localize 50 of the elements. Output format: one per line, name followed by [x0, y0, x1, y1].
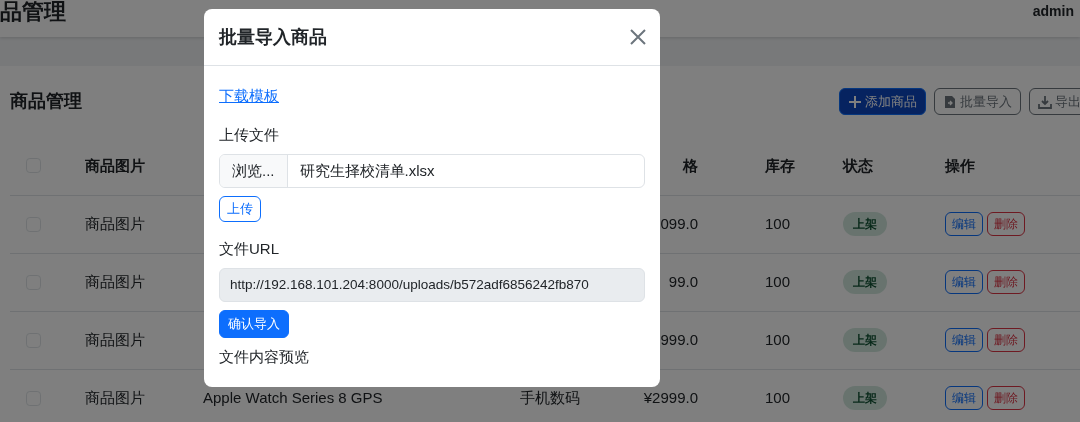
confirm-button[interactable]: 确认导入	[219, 310, 289, 338]
column-header: 操作	[945, 156, 975, 174]
download-icon	[1038, 94, 1052, 109]
add-button[interactable]: 添加商品	[839, 87, 926, 116]
file-input[interactable]: 浏览... 研究生择校清单.xlsx	[219, 154, 645, 188]
table-cell: 100	[765, 214, 791, 232]
edit-button[interactable]: 编辑	[945, 270, 983, 294]
modal-title: 批量导入商品	[219, 25, 327, 49]
table-cell: 100	[765, 330, 791, 348]
table-cell: Apple Watch Series 8 GPS	[203, 388, 383, 406]
page-title: 品管理	[0, 0, 66, 26]
column-header: 库存	[765, 156, 795, 174]
table-cell: 手机数码	[520, 388, 580, 406]
table-cell: 商品图片	[85, 214, 145, 232]
column-header: 商品图片	[85, 156, 145, 174]
column-header: 状态	[843, 156, 873, 174]
edit-button[interactable]: 编辑	[945, 328, 983, 352]
table-cell: 商品图片	[85, 272, 145, 290]
close-icon[interactable]	[629, 28, 647, 46]
status-badge: 上架	[843, 212, 887, 236]
url-field[interactable]: http://192.168.101.204:8000/uploads/b572adf6856242fb870	[219, 268, 645, 302]
table-cell: 99.0	[668, 272, 698, 290]
table-cell: 100	[765, 272, 791, 290]
download-link[interactable]: 下载模板	[219, 87, 279, 104]
table-cell: 商品图片	[85, 330, 145, 348]
column-header: 格	[683, 156, 698, 174]
table-cell: ¥2999.0	[643, 388, 698, 406]
delete-button[interactable]: 删除	[987, 386, 1025, 410]
export-button[interactable]: 导出	[1029, 87, 1080, 116]
status-badge: 上架	[843, 386, 887, 410]
edit-button[interactable]: 编辑	[945, 386, 983, 410]
status-badge: 上架	[843, 328, 887, 352]
file-icon	[943, 94, 957, 109]
table-cell: 商品图片	[85, 388, 145, 406]
preview-label: 文件内容预览	[219, 346, 310, 367]
field-label: 文件URL	[219, 238, 280, 259]
delete-button[interactable]: 删除	[987, 328, 1025, 352]
edit-button[interactable]: 编辑	[945, 212, 983, 236]
table-cell: 100	[765, 388, 791, 406]
table-cell: 999.0	[660, 330, 698, 348]
upload-button[interactable]: 上传	[219, 196, 261, 222]
import-button[interactable]: 批量导入	[934, 87, 1021, 116]
table-cell: 099.0	[660, 214, 698, 232]
field-label: 上传文件	[219, 124, 280, 145]
delete-button[interactable]: 删除	[987, 212, 1025, 236]
user-name: admin	[1032, 2, 1074, 21]
delete-button[interactable]: 删除	[987, 270, 1025, 294]
plus-icon	[848, 94, 862, 109]
section-title: 商品管理	[10, 90, 82, 113]
status-badge: 上架	[843, 270, 887, 294]
